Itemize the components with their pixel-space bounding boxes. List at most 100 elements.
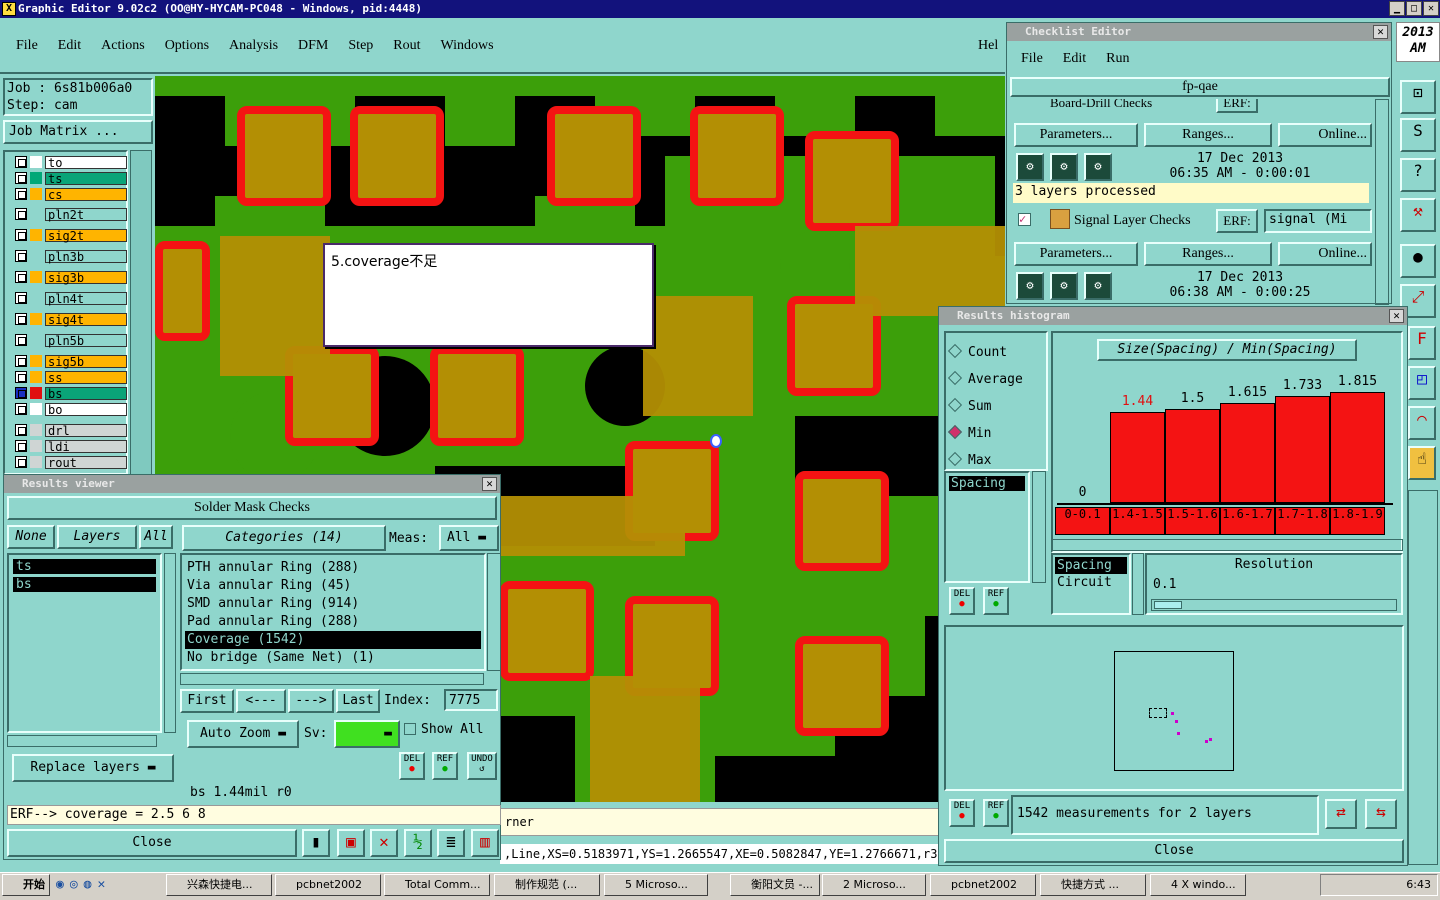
layer-visibility-checkbox[interactable] xyxy=(15,313,27,325)
run-check-icon[interactable]: ⚙ xyxy=(1084,153,1112,181)
layer-item-ss[interactable]: ss xyxy=(45,371,127,384)
flag-icon[interactable]: F xyxy=(1408,326,1436,360)
check1-online-button[interactable]: Online... xyxy=(1278,123,1372,147)
layer-list-scrollbar[interactable] xyxy=(164,553,176,733)
menu-windows[interactable]: Windows xyxy=(441,38,494,53)
layer-visibility-checkbox[interactable] xyxy=(15,371,27,383)
layer-item-rout[interactable]: rout xyxy=(45,456,127,469)
category-item[interactable]: Via annular Ring (45) xyxy=(185,577,481,595)
menu-options[interactable]: Options xyxy=(165,38,209,53)
category-tick-label[interactable]: 1.5-1.6 xyxy=(1165,507,1220,535)
layer-color-swatch[interactable] xyxy=(30,403,42,415)
check2-erf[interactable]: ERF: xyxy=(1216,209,1258,233)
measure-item[interactable]: Spacing xyxy=(949,476,1025,491)
undo-button[interactable]: UNDO ↺ xyxy=(467,752,497,780)
sv-color-select[interactable]: ▬ xyxy=(334,720,400,748)
layer-visibility-checkbox[interactable] xyxy=(15,292,27,304)
checklist-menu-run[interactable]: Run xyxy=(1106,51,1129,66)
layer-item-pln2t[interactable]: pln2t xyxy=(45,208,127,221)
histogram-bar[interactable] xyxy=(1275,396,1330,503)
layer-list-hscroll[interactable] xyxy=(7,735,157,747)
checklist-menu-edit[interactable]: Edit xyxy=(1063,51,1086,66)
layer-item-drl[interactable]: drl xyxy=(45,424,127,437)
check1-parameters-button[interactable]: Parameters... xyxy=(1014,123,1138,147)
measure-type-item[interactable]: Spacing xyxy=(1055,557,1127,574)
taskbar-item[interactable]: 兴森快捷电... xyxy=(166,874,272,896)
histogram-icon[interactable]: ▥ xyxy=(471,829,499,857)
menu-edit[interactable]: Edit xyxy=(58,38,81,53)
import-icon[interactable]: ⇆ xyxy=(1365,799,1397,829)
taskbar-item[interactable]: 制作规范 (... xyxy=(494,874,600,896)
layer-visibility-checkbox[interactable] xyxy=(15,229,27,241)
layer-color-swatch[interactable] xyxy=(30,456,42,468)
ref-button[interactable]: REF ● xyxy=(432,752,458,780)
checklist-close-icon[interactable]: ✕ xyxy=(1373,25,1388,39)
layer-color-swatch[interactable] xyxy=(30,292,42,304)
layer-color-swatch[interactable] xyxy=(30,208,42,220)
category-item[interactable]: Coverage (1542) xyxy=(185,631,481,649)
menu-step[interactable]: Step xyxy=(348,38,373,53)
layer-color-swatch[interactable] xyxy=(30,440,42,452)
tools-icon[interactable]: ⚒ xyxy=(1400,198,1436,232)
frame-icon[interactable]: ⊡ xyxy=(1400,80,1436,114)
layer-color-swatch[interactable] xyxy=(30,172,42,184)
results-viewer-close-icon[interactable]: ✕ xyxy=(482,477,497,491)
app-icon[interactable]: X xyxy=(2,2,16,16)
close-icon[interactable]: ✕ xyxy=(1423,1,1439,16)
record-icon[interactable]: ● xyxy=(1400,244,1436,278)
replace-layers-select[interactable]: Replace layers ▬ xyxy=(12,754,174,782)
layer-color-swatch[interactable] xyxy=(30,387,42,399)
option-sum[interactable]: Sum xyxy=(947,393,1042,420)
hist-ref-button[interactable]: REF ● xyxy=(983,587,1009,615)
del-button[interactable]: DEL ● xyxy=(399,752,425,780)
job-matrix-button[interactable]: Job Matrix ... xyxy=(3,120,153,144)
layer-color-swatch[interactable] xyxy=(30,313,42,325)
category-hscroll[interactable] xyxy=(180,673,484,685)
hand-icon[interactable]: ☝ xyxy=(1408,446,1436,480)
all-layers-button[interactable]: All xyxy=(139,525,173,549)
layer-color-swatch[interactable] xyxy=(30,355,42,367)
resolution-slider[interactable] xyxy=(1151,599,1397,611)
layer-item-bs[interactable]: bs xyxy=(45,387,127,400)
measure-scrollbar[interactable] xyxy=(1032,471,1046,583)
layer-color-swatch[interactable] xyxy=(30,156,42,168)
numbers-icon[interactable]: ½ xyxy=(404,829,432,857)
histogram-bar[interactable] xyxy=(1110,412,1165,503)
layer-visibility-checkbox[interactable] xyxy=(15,271,27,283)
taskbar-item[interactable]: 4 X windo... xyxy=(1150,874,1246,896)
layer-item-ts[interactable]: ts xyxy=(45,172,127,185)
measure-type-scrollbar[interactable] xyxy=(1132,553,1144,615)
layer-item-sig3b[interactable]: sig3b xyxy=(45,271,127,284)
layer-visibility-checkbox[interactable] xyxy=(15,440,27,452)
layer-item-bo[interactable]: bo xyxy=(45,403,127,416)
option-max[interactable]: Max xyxy=(947,447,1042,474)
meas-select[interactable]: All ▬ xyxy=(439,525,499,551)
auto-zoom-select[interactable]: Auto Zoom ▬ xyxy=(187,720,299,748)
taskbar-item[interactable]: pcbnet2002 xyxy=(930,874,1036,896)
layer-color-swatch[interactable] xyxy=(30,424,42,436)
check2-online-button[interactable]: Online... xyxy=(1278,242,1372,266)
taskbar-item[interactable]: 2 Microso... xyxy=(822,874,926,896)
taskbar-item[interactable]: 5 Microso... xyxy=(604,874,708,896)
layer-visibility-checkbox[interactable] xyxy=(15,334,27,346)
none-button[interactable]: None xyxy=(7,525,55,549)
check1-erf[interactable]: ERF: xyxy=(1216,99,1258,113)
show-all-checkbox[interactable] xyxy=(404,723,416,735)
start-button[interactable]: 开始 xyxy=(2,874,50,896)
minimize-icon[interactable]: ▁ xyxy=(1389,1,1405,16)
histogram-close-icon[interactable]: ✕ xyxy=(1389,309,1404,323)
layer-color-swatch[interactable] xyxy=(30,334,42,346)
run-check-icon[interactable]: ⚙ xyxy=(1050,153,1078,181)
layer-visibility-checkbox[interactable] xyxy=(15,424,27,436)
category-tick-label[interactable]: 1.7-1.8 xyxy=(1275,507,1330,535)
prev-button[interactable]: <--- xyxy=(236,689,286,713)
layer-item-pln3b[interactable]: pln3b xyxy=(45,250,127,263)
last-button[interactable]: Last xyxy=(336,689,380,713)
menu-dfm[interactable]: DFM xyxy=(298,38,328,53)
run-check-icon[interactable]: ⚙ xyxy=(1016,153,1044,181)
chart-hscroll[interactable] xyxy=(1051,539,1403,551)
layer-item[interactable]: ts xyxy=(13,559,156,574)
run-check-icon[interactable]: ⚙ xyxy=(1050,272,1078,300)
layer-visibility-checkbox[interactable] xyxy=(15,208,27,220)
layer-visibility-checkbox[interactable] xyxy=(15,355,27,367)
